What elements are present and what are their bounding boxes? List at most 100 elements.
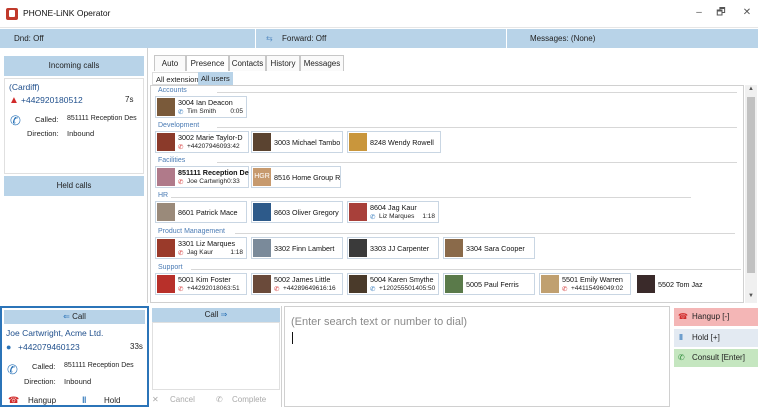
- scroll-up-icon[interactable]: ▲: [748, 86, 754, 92]
- avatar: [349, 239, 367, 257]
- user-call-status: ✆ +44207946093:42: [178, 143, 240, 151]
- complete-icon[interactable]: ✆: [216, 395, 223, 404]
- incoming-direction-label: Direction:: [27, 129, 59, 138]
- minimize-button[interactable]: –: [690, 6, 708, 20]
- user-card[interactable]: 5001 Kim Foster ✆ +44292018063:51: [155, 273, 247, 295]
- cancel-icon[interactable]: ✕: [152, 395, 159, 404]
- group-label: Development: [158, 122, 200, 129]
- user-card[interactable]: 8604 Jag Kaur ✆ Liz Marques 1:18: [347, 201, 439, 223]
- user-call-status: ✆ Joe Cartwrigh0:33: [178, 178, 240, 186]
- avatar: [349, 133, 367, 151]
- user-card[interactable]: 5501 Emily Warren ✆ +44115496049:02: [539, 273, 631, 295]
- incoming-call-item[interactable]: (Cardiff) ▲ +442920180512 7s ✆ Called: 8…: [4, 78, 144, 174]
- hold-action-button[interactable]: ‖ Hold [+]: [674, 329, 758, 347]
- consult-action-button[interactable]: ✆ Consult [Enter]: [674, 349, 758, 367]
- cancel-button[interactable]: Cancel: [170, 395, 195, 404]
- group-label: Facilities: [158, 157, 186, 164]
- user-card[interactable]: 8248 Wendy Rowell: [347, 131, 441, 153]
- user-name: 3302 Finn Lambert: [274, 244, 335, 253]
- tab-presence[interactable]: Presence: [186, 55, 229, 71]
- title-bar: PHONE-LiNK Operator – 🗗 ✕: [0, 0, 758, 28]
- avatar: [445, 239, 463, 257]
- user-card[interactable]: 3302 Finn Lambert: [251, 237, 343, 259]
- directory-scrollbar[interactable]: ▲ ▼: [745, 85, 757, 303]
- close-button[interactable]: ✕: [738, 6, 756, 20]
- dial-search-box[interactable]: (Enter search text or number to dial): [284, 306, 670, 407]
- messages-status[interactable]: Messages: (None): [530, 29, 595, 48]
- user-card[interactable]: 3003 Michael Tambo: [251, 131, 343, 153]
- user-card[interactable]: 3301 Liz Marques ✆ Jag Kaur 1:18: [155, 237, 247, 259]
- scroll-down-icon[interactable]: ▼: [748, 293, 754, 299]
- incoming-called-label: Called:: [35, 115, 59, 124]
- user-call-status: ✆ +44289649616:16: [274, 285, 336, 293]
- tab-messages[interactable]: Messages: [300, 55, 344, 71]
- user-card[interactable]: 3002 Marie Taylor-D ✆ +44207946093:42: [155, 131, 249, 153]
- user-card[interactable]: HGR 8516 Home Group R: [251, 166, 341, 188]
- search-placeholder: (Enter search text or number to dial): [291, 316, 468, 328]
- call-time: 33s: [130, 342, 143, 351]
- transfer-call-panel: Call ⇒ ✕ Cancel ✆ Complete: [150, 306, 282, 407]
- user-card[interactable]: 5005 Paul Ferris: [443, 273, 535, 295]
- maximize-button[interactable]: 🗗: [712, 6, 730, 20]
- avatar: [157, 133, 175, 151]
- avatar: [253, 203, 271, 221]
- user-card[interactable]: 8601 Patrick Mace: [155, 201, 247, 223]
- avatar: [157, 203, 175, 221]
- user-card[interactable]: 3304 Sara Cooper: [443, 237, 535, 259]
- user-card[interactable]: 851111 Reception De ✆ Joe Cartwrigh0:33: [155, 166, 249, 188]
- incoming-direction-value: Inbound: [67, 129, 95, 138]
- user-name: 5004 Karen Smythe: [370, 275, 434, 284]
- group-label: HR: [158, 192, 169, 199]
- user-call-status: ✆ +120255501405:50: [370, 285, 436, 293]
- hangup-icon[interactable]: ☎: [8, 395, 19, 406]
- complete-button[interactable]: Complete: [232, 395, 266, 404]
- user-call-status: ✆ +44115496049:02: [562, 285, 624, 293]
- avatar: [157, 98, 175, 116]
- forward-status[interactable]: Forward: Off: [282, 29, 326, 48]
- avatar: [157, 239, 175, 257]
- user-card[interactable]: 5002 James Little ✆ +44289649616:16: [251, 273, 343, 295]
- user-card[interactable]: 5004 Karen Smythe ✆ +120255501405:50: [347, 273, 439, 295]
- dnd-status[interactable]: Dnd: Off: [14, 29, 44, 48]
- group-divider: [191, 269, 741, 270]
- hangup-action-button[interactable]: ☎ Hangup [-]: [674, 308, 758, 326]
- hold-icon[interactable]: ‖: [82, 395, 86, 405]
- avatar: [253, 133, 271, 151]
- user-call-status: ✆ +44292018063:51: [178, 285, 240, 293]
- user-card[interactable]: 3303 JJ Carpenter: [347, 237, 439, 259]
- group-divider: [217, 127, 737, 128]
- call2-area: [152, 322, 280, 390]
- directory-area: Auto Presence Contacts History Messages …: [148, 48, 758, 306]
- avatar: [349, 203, 367, 221]
- phone-icon: ✆: [7, 362, 18, 377]
- phone-icon: ✆: [678, 353, 685, 362]
- person-icon: ●: [6, 342, 12, 352]
- user-name: 8603 Oliver Gregory: [274, 208, 339, 217]
- hold-button[interactable]: Hold: [104, 396, 120, 405]
- user-card[interactable]: 3004 Ian Deacon ✆ Tim Smith 0:05: [155, 96, 247, 118]
- group-label: Accounts: [158, 87, 187, 94]
- group-label: Product Management: [158, 228, 225, 235]
- user-name: 3002 Marie Taylor-D: [178, 133, 243, 142]
- user-name: 3301 Liz Marques: [178, 239, 236, 248]
- user-card[interactable]: 8603 Oliver Gregory: [251, 201, 343, 223]
- incoming-caller-number: +442920180512: [21, 95, 83, 105]
- avatar: [637, 275, 655, 293]
- held-calls-header: Held calls: [4, 176, 144, 196]
- subtab-all-users[interactable]: All users: [198, 72, 233, 85]
- window-title: PHONE-LiNK Operator: [23, 8, 111, 18]
- call-duration: 1:18: [422, 213, 435, 220]
- scrollbar-thumb[interactable]: [747, 97, 755, 273]
- user-card[interactable]: 5502 Tom Jaz: [635, 273, 727, 295]
- avatar: [253, 239, 271, 257]
- hold-icon: ‖: [679, 333, 683, 342]
- user-name: 3303 JJ Carpenter: [370, 244, 430, 253]
- user-name: 5002 James Little: [274, 275, 331, 284]
- tab-auto[interactable]: Auto: [154, 55, 186, 71]
- user-name: 8604 Jag Kaur: [370, 203, 417, 212]
- person-ringing-icon: ▲: [9, 95, 19, 106]
- hangup-button[interactable]: Hangup: [28, 396, 56, 405]
- current-call-panel[interactable]: ⇐ Call Joe Cartwright, Acme Ltd. ● +4420…: [0, 306, 149, 407]
- tab-contacts[interactable]: Contacts: [229, 55, 266, 71]
- tab-history[interactable]: History: [266, 55, 300, 71]
